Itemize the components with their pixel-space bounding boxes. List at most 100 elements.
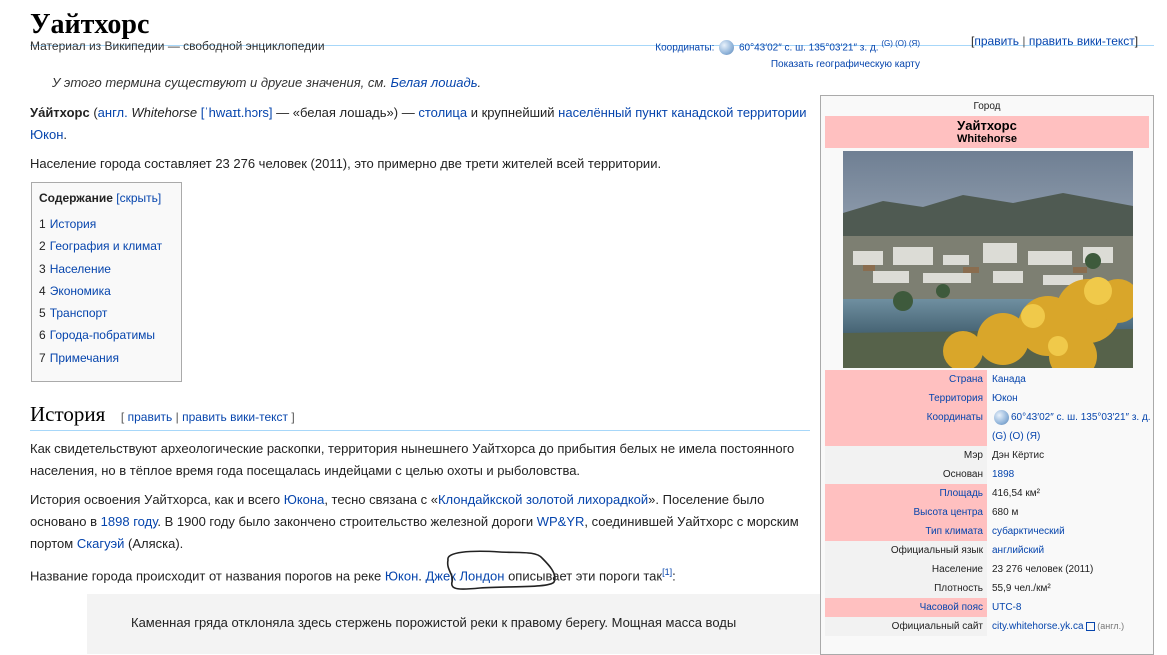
- infobox-value[interactable]: 60°43′02″ с. ш. 135°03′21″ з. д. (G) (O)…: [987, 408, 1151, 446]
- toc-item[interactable]: 6 Города-побратимы: [39, 324, 174, 346]
- toc-item[interactable]: 2 География и климат: [39, 235, 174, 257]
- infobox-value-text[interactable]: 1898: [992, 469, 1014, 480]
- infobox-value[interactable]: 1898: [987, 465, 1151, 484]
- disambig-link[interactable]: Белая лошадь: [391, 75, 478, 90]
- population-paragraph: Население города составляет 23 276 челов…: [30, 156, 662, 171]
- infobox-value[interactable]: английский: [987, 541, 1151, 560]
- skagway-link[interactable]: Скагуэй: [77, 536, 125, 551]
- infobox-row: Плотность 55,9 чел./км²: [825, 579, 1151, 598]
- infobox-label[interactable]: Площадь: [825, 484, 987, 503]
- infobox-value: 680 м: [987, 503, 1151, 522]
- infobox-value-text[interactable]: city.whitehorse.yk.ca: [992, 621, 1084, 632]
- infobox-label[interactable]: Высота центра: [825, 503, 987, 522]
- toc-item[interactable]: 1 История: [39, 213, 174, 235]
- toc-item-link[interactable]: История: [50, 217, 97, 231]
- toc-item-number: 4: [39, 283, 46, 298]
- quotation-block: Каменная гряда отклоняла здесь стержень …: [87, 594, 820, 654]
- infobox-value: 23 276 человек (2011): [987, 560, 1151, 579]
- coordinates-value-link[interactable]: 60°43′02″ с. ш. 135°03′21″ з. д.: [739, 42, 879, 53]
- article-subject: Уа́йтхорс: [30, 105, 90, 120]
- toc-item-link[interactable]: Города-побратимы: [50, 328, 155, 342]
- coordinates-label-link[interactable]: Координаты:: [655, 42, 714, 53]
- toc-item-link[interactable]: Примечания: [50, 351, 119, 365]
- infobox-value-text[interactable]: UTC-8: [992, 602, 1021, 613]
- toc-item[interactable]: 7 Примечания: [39, 347, 174, 369]
- infobox-label[interactable]: Часовой пояс: [825, 598, 987, 617]
- infobox-value: 416,54 км²: [987, 484, 1151, 503]
- infobox-value-text[interactable]: Канада: [992, 374, 1026, 385]
- history-edit-source-link[interactable]: править вики-текст: [182, 410, 288, 424]
- toc-item-link[interactable]: Транспорт: [50, 306, 108, 320]
- infobox-value-text: 680 м: [992, 507, 1019, 518]
- toc-item[interactable]: 4 Экономика: [39, 280, 174, 302]
- lang-link[interactable]: англ.: [98, 105, 128, 120]
- toc-title: Содержание: [39, 191, 113, 205]
- toc-item-link[interactable]: Население: [50, 262, 111, 276]
- coordinates-map-links[interactable]: (G) (O) (Я): [881, 39, 920, 48]
- history-edit-links: [ править | править вики-текст ]: [120, 410, 295, 424]
- toc-item[interactable]: 3 Население: [39, 258, 174, 280]
- infobox-value: 55,9 чел./км²: [987, 579, 1151, 598]
- railway-link[interactable]: WP&YR: [537, 514, 585, 529]
- infobox-value[interactable]: UTC-8: [987, 598, 1151, 617]
- capital-link[interactable]: столица: [418, 105, 467, 120]
- edit-link[interactable]: править: [974, 34, 1019, 48]
- language-note: (англ.): [1097, 621, 1125, 631]
- klondike-link[interactable]: Клондайкской золотой лихорадкой: [438, 492, 648, 507]
- infobox-label[interactable]: Страна: [825, 370, 987, 389]
- infobox-value-text: 23 276 человек (2011): [992, 564, 1094, 575]
- infobox-row: Население 23 276 человек (2011): [825, 560, 1151, 579]
- yukon-link[interactable]: Юкона: [284, 492, 325, 507]
- coordinates-top: Координаты: 60°43′02″ с. ш. 135°03′21″ з…: [560, 35, 920, 73]
- reference-link[interactable]: [1]: [662, 567, 672, 577]
- infobox-value-text: 55,9 чел./км²: [992, 583, 1051, 594]
- infobox-label: Население: [825, 560, 987, 579]
- infobox-type: Город: [973, 101, 1001, 112]
- infobox-value: Дэн Кёртис: [987, 446, 1151, 465]
- yukon-river-link[interactable]: Юкон: [385, 568, 418, 583]
- infobox-value[interactable]: субарктический: [987, 522, 1151, 541]
- infobox-header: Уайтхорс Whitehorse: [825, 116, 1149, 148]
- infobox-value[interactable]: city.whitehorse.yk.ca (англ.): [987, 617, 1151, 636]
- toc-item-link[interactable]: Экономика: [50, 284, 111, 298]
- year-1898-link[interactable]: 1898 году: [101, 514, 158, 529]
- infobox-label[interactable]: Тип климата: [825, 522, 987, 541]
- toc-item[interactable]: 5 Транспорт: [39, 302, 174, 324]
- toc-item-link[interactable]: География и климат: [50, 239, 162, 253]
- external-link-icon: [1085, 621, 1095, 631]
- ipa-link[interactable]: [ˈhwaɪt.hɔrs]: [201, 105, 273, 120]
- globe-icon[interactable]: [719, 40, 735, 56]
- infobox-value[interactable]: Юкон: [987, 389, 1151, 408]
- infobox-coordinates-text[interactable]: 60°43′02″ с. ш. 135°03′21″ з. д. (G) (O)…: [992, 412, 1151, 442]
- infobox-value-text[interactable]: Юкон: [992, 393, 1018, 404]
- history-title: История: [30, 402, 106, 426]
- infobox-value-text[interactable]: субарктический: [992, 526, 1065, 537]
- toc-item-number: 2: [39, 239, 46, 254]
- infobox-label[interactable]: Территория: [825, 389, 987, 408]
- history-edit-link[interactable]: править: [128, 410, 173, 424]
- infobox-value[interactable]: Канада: [987, 370, 1151, 389]
- infobox-row: Мэр Дэн Кёртис: [825, 446, 1151, 465]
- history-paragraph-1: Как свидетельствуют археологические раск…: [30, 441, 795, 478]
- infobox-row: Основан 1898: [825, 465, 1151, 484]
- infobox-value-text[interactable]: английский: [992, 545, 1044, 556]
- infobox-label: Официальный сайт: [825, 617, 987, 636]
- globe-icon[interactable]: [994, 409, 1009, 425]
- city-photo[interactable]: [843, 151, 1133, 368]
- disambig-text: У этого термина существуют и другие знач…: [52, 75, 387, 90]
- edit-source-link[interactable]: править вики-текст: [1029, 34, 1135, 48]
- toc-hide-link[interactable]: [скрыть]: [116, 191, 161, 205]
- history-paragraph-2: История освоения Уайтхорса, как и всего …: [30, 492, 799, 551]
- infobox-row: Официальный язык английский: [825, 541, 1151, 560]
- edit-separator: |: [1022, 34, 1026, 48]
- infobox-label[interactable]: Координаты: [825, 408, 987, 446]
- infobox-label: Мэр: [825, 446, 987, 465]
- infobox-row: Тип климата субарктический: [825, 522, 1151, 541]
- jack-london-link[interactable]: Джек Лондон: [426, 568, 505, 583]
- history-paragraph-3: Название города происходит от названия п…: [30, 567, 676, 584]
- toc-item-number: 6: [39, 328, 46, 343]
- toc-item-number: 3: [39, 261, 46, 276]
- show-map-link[interactable]: Показать географическую карту: [771, 59, 920, 70]
- edit-links-top: [править | править вики-текст]: [971, 34, 1139, 48]
- infobox-name: Уайтхорс: [957, 118, 1017, 133]
